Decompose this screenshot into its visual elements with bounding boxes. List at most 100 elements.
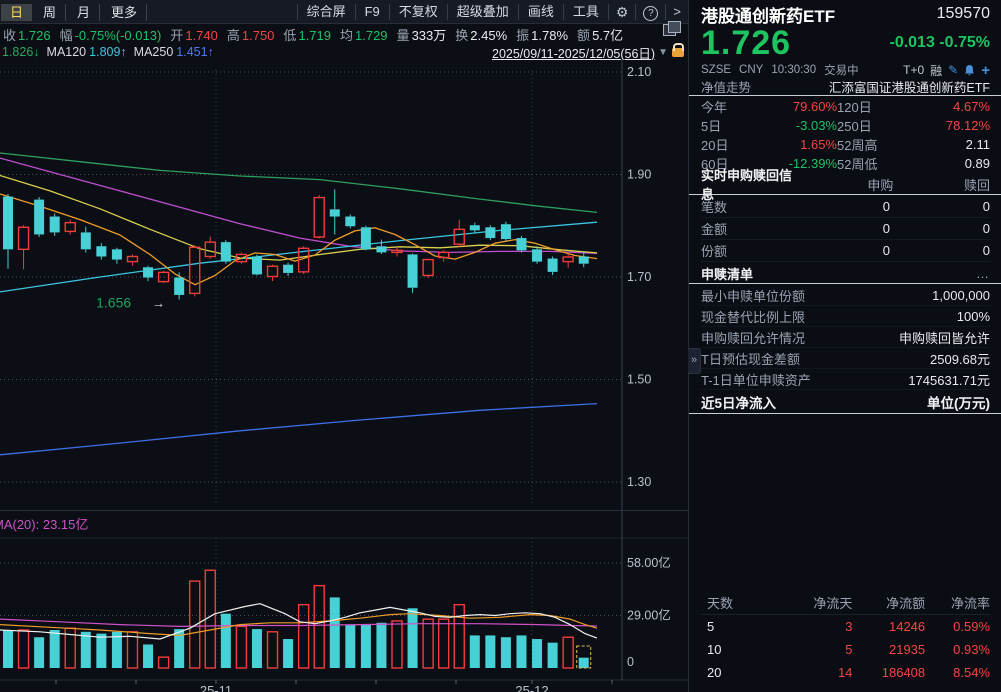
svg-text:25-12: 25-12	[515, 683, 548, 692]
chart-toolbar: 日周月更多 综合屏F9不复权超级叠加画线工具⚙?>	[0, 0, 688, 24]
list-item: T日预估现金差额2509.68元	[701, 348, 990, 369]
list-item: 申购赎回允许情况申购赎回皆允许	[701, 327, 990, 348]
table-row[interactable]: 105219350.93%	[701, 638, 990, 661]
quote-item: 高1.750	[227, 25, 275, 44]
panel-collapse-handle[interactable]: »	[688, 348, 701, 374]
ma-legend-item: MA1201.809↑	[47, 45, 127, 59]
col-redeem: 赎回	[893, 175, 990, 194]
table-row[interactable]: 53142460.59%	[701, 615, 990, 638]
menu-F9[interactable]: F9	[355, 4, 389, 20]
margin-badge: 融	[930, 62, 942, 79]
period-tabs: 日周月更多	[0, 2, 148, 21]
perf-label: 20日	[701, 135, 745, 154]
last-price: 1.726	[701, 24, 791, 63]
chevron-right-icon[interactable]: >	[665, 4, 688, 20]
svg-text:0: 0	[627, 655, 634, 669]
table-row[interactable]: 20141864088.54%	[701, 661, 990, 684]
quote-item: 开1.740	[170, 25, 218, 44]
volume-chart[interactable]: MA(20): 23.15亿 58.00亿 29.00亿 0 25-11 25-12	[0, 510, 688, 692]
perf-value: 2.11	[893, 137, 990, 152]
perf-value: 79.60%	[745, 99, 837, 114]
col-subscribe: 申购	[802, 175, 894, 194]
perf-label: 52周低	[837, 154, 893, 173]
tab-更多[interactable]: 更多	[102, 4, 147, 21]
nav-trend-label[interactable]: 净值走势	[701, 77, 751, 96]
svg-text:1.70: 1.70	[627, 270, 651, 284]
tab-月[interactable]: 月	[68, 4, 100, 21]
table-row: 金额00	[701, 218, 990, 240]
menu-画线[interactable]: 画线	[518, 4, 563, 20]
perf-value: 78.12%	[893, 118, 990, 133]
svg-text:MA(20): 23.15亿: MA(20): 23.15亿	[0, 517, 88, 532]
menu-不复权[interactable]: 不复权	[389, 4, 447, 20]
svg-text:1.90: 1.90	[627, 168, 651, 182]
menu-超级叠加[interactable]: 超级叠加	[447, 4, 518, 20]
price-change: -0.013 -0.75%	[889, 34, 990, 52]
perf-value: 0.89	[893, 156, 990, 171]
date-range-selector[interactable]: 2025/09/11-2025/12/05(56日)	[492, 43, 655, 62]
table-row: 份额00	[701, 240, 990, 262]
realtime-subscription-rows: 笔数00金额00份额00	[689, 196, 1001, 262]
quote-item: 收1.726	[3, 25, 51, 44]
table-row: 笔数00	[701, 196, 990, 218]
subscription-list-rows: 最小申赎单位份额1,000,000现金替代比例上限100%申购赎回允许情况申购赎…	[689, 285, 1001, 390]
quote-item: 换2.45%	[455, 25, 507, 44]
perf-label: 52周高	[837, 135, 893, 154]
perf-label: 5日	[701, 116, 745, 135]
inflow-unit: 单位(万元)	[927, 392, 990, 412]
svg-text:1.30: 1.30	[627, 475, 651, 489]
trading-terminal: 日周月更多 综合屏F9不复权超级叠加画线工具⚙?> 收1.726 幅-0.75%(…	[0, 0, 1001, 692]
quote-item: 量333万	[397, 25, 447, 44]
perf-label: 今年	[701, 97, 745, 116]
pencil-icon[interactable]: ✎	[948, 63, 958, 77]
menu-工具[interactable]: 工具	[563, 4, 608, 20]
perf-value: 4.67%	[893, 99, 990, 114]
quote-item: 低1.719	[283, 25, 331, 44]
quote-time: 10:30:30	[771, 64, 816, 76]
perf-value: 1.65%	[745, 137, 837, 152]
list-item: T-1日单位申赎资产1745631.71元	[701, 369, 990, 390]
svg-text:58.00亿: 58.00亿	[627, 555, 671, 570]
ma-legend-item: 1.826↓	[2, 45, 40, 59]
perf-label: 250日	[837, 116, 893, 135]
quote-item: 幅-0.75%(-0.013)	[60, 25, 162, 44]
menu-综合屏[interactable]: 综合屏	[297, 4, 355, 20]
svg-text:→: →	[152, 296, 165, 311]
perf-value: -3.03%	[745, 118, 837, 133]
quote-stats-bar: 收1.726 幅-0.75%(-0.013) 开1.740 高1.750 低1.719 均…	[0, 24, 691, 44]
window-layers-icon[interactable]	[663, 21, 680, 36]
more-ellipsis[interactable]: …	[976, 266, 990, 281]
chevron-down-icon[interactable]: ▼	[658, 47, 668, 58]
ma-legend-item: MA2501.451↑	[134, 45, 214, 59]
gear-icon[interactable]: ⚙	[608, 4, 636, 20]
ma-legend-bar: 1.826↓ MA1201.809↑ MA2501.451↑ 2025/09/11-…	[0, 44, 690, 60]
candlestick-chart[interactable]: 2.10 1.90 1.70 1.50 1.30 1.656 →	[0, 60, 688, 510]
svg-text:2.10: 2.10	[627, 65, 651, 79]
svg-text:1.656: 1.656	[96, 295, 131, 311]
trading-status: 交易中	[824, 62, 859, 78]
lock-icon[interactable]	[672, 48, 684, 57]
add-icon[interactable]: +	[981, 62, 990, 79]
ma-values: 1.826↓ MA1201.809↑ MA2501.451↑	[2, 45, 221, 59]
inflow-title: 近5日净流入	[701, 392, 776, 412]
performance-grid: 今年79.60%120日4.67%5日-3.03%250日78.12%20日1.…	[689, 97, 1001, 173]
netflow-header: 天数净流天净流额净流率	[701, 590, 990, 615]
fund-code: 159570	[937, 5, 990, 23]
netflow-table: 天数净流天净流额净流率53142460.59%105219350.93%2014…	[689, 590, 1001, 692]
t0-badge: T+0	[903, 63, 924, 77]
currency: CNY	[739, 64, 763, 76]
bell-icon[interactable]	[964, 64, 975, 76]
quote-item: 均1.729	[340, 25, 388, 44]
quote-item: 振1.78%	[516, 25, 568, 44]
quote-item: 额5.7亿	[577, 25, 623, 44]
list-item: 现金替代比例上限100%	[701, 306, 990, 327]
tab-日[interactable]: 日	[1, 4, 32, 21]
svg-text:1.50: 1.50	[627, 373, 651, 387]
tab-周[interactable]: 周	[34, 4, 66, 21]
svg-text:29.00亿: 29.00亿	[627, 608, 671, 623]
toolbar-menus: 综合屏F9不复权超级叠加画线工具⚙?>	[297, 0, 688, 23]
quote-panel: 港股通创新药ETF 159570 1.726 -0.013 -0.75% SZS…	[688, 0, 1001, 692]
help-icon[interactable]: ?	[635, 4, 665, 20]
svg-text:25-11: 25-11	[200, 683, 232, 692]
exchange: SZSE	[701, 64, 731, 76]
